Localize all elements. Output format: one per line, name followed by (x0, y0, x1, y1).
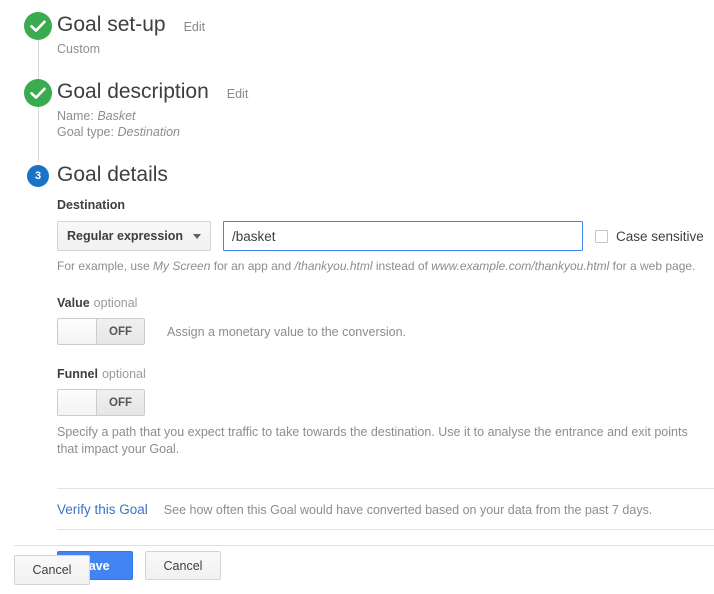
goal-type-value: Destination (117, 125, 180, 139)
funnel-toggle-row: OFF (57, 389, 714, 416)
funnel-section: Funnel optional OFF Specify a path that y… (57, 367, 714, 458)
case-sensitive-label: Case sensitive (616, 229, 704, 244)
case-sensitive-checkbox[interactable] (595, 230, 608, 243)
step-goal-details-title: Goal details (57, 162, 168, 188)
goal-type-summary: Goal type: Destination (57, 124, 714, 140)
destination-row: Regular expression Case sensitive (57, 221, 714, 251)
funnel-toggle-knob (58, 390, 97, 415)
value-toggle[interactable]: OFF (57, 318, 145, 345)
step-goal-setup-header: Goal set-up Edit (57, 12, 714, 38)
case-sensitive-option[interactable]: Case sensitive (595, 229, 704, 244)
verify-bottom-divider (57, 529, 714, 530)
help-em-1: My Screen (153, 259, 210, 273)
value-label: Value (57, 296, 90, 310)
step-complete-check-icon (24, 79, 52, 107)
value-section-header: Value optional (57, 296, 714, 310)
step-goal-details: 3 Goal details (0, 162, 714, 188)
footer-cancel-button[interactable]: Cancel (14, 555, 90, 585)
step-number-badge: 3 (27, 165, 49, 187)
verify-this-goal-link[interactable]: Verify this Goal (57, 502, 148, 517)
step-goal-setup-summary: Custom (57, 41, 714, 57)
funnel-toggle-state: OFF (97, 390, 144, 415)
goal-name-summary: Name: Basket (57, 108, 714, 124)
step-goal-setup: Goal set-up Edit Custom (0, 12, 714, 57)
goal-details-body: Destination Regular expression Case sens… (0, 188, 714, 580)
step-goal-description-header: Goal description Edit (57, 79, 714, 105)
help-part-4: for a web page. (609, 259, 695, 273)
form-actions: Save Cancel (57, 551, 714, 580)
step-goal-description-title: Goal description (57, 79, 209, 105)
funnel-toggle[interactable]: OFF (57, 389, 145, 416)
goal-wizard: Goal set-up Edit Custom Goal description… (0, 0, 714, 580)
chevron-down-icon (193, 234, 201, 239)
value-description: Assign a monetary value to the conversio… (167, 324, 406, 340)
footer-actions: Cancel (14, 555, 90, 585)
value-toggle-state: OFF (97, 319, 144, 344)
edit-goal-description-link[interactable]: Edit (227, 87, 249, 101)
funnel-section-header: Funnel optional (57, 367, 714, 381)
step-goal-details-header: Goal details (57, 162, 714, 188)
edit-goal-setup-link[interactable]: Edit (184, 20, 206, 34)
help-part-1: For example, use (57, 259, 153, 273)
help-em-3: www.example.com/thankyou.html (431, 259, 609, 273)
goal-name-label: Name: (57, 109, 94, 123)
verify-goal-row: Verify this Goal See how often this Goal… (57, 489, 714, 529)
funnel-optional-tag: optional (102, 367, 146, 381)
help-part-2: for an app and (210, 259, 294, 273)
destination-input[interactable] (223, 221, 583, 251)
value-optional-tag: optional (94, 296, 138, 310)
goal-type-label: Goal type: (57, 125, 114, 139)
funnel-label: Funnel (57, 367, 98, 381)
value-toggle-row: OFF Assign a monetary value to the conve… (57, 318, 714, 345)
match-type-select[interactable]: Regular expression (57, 221, 211, 251)
footer-divider (14, 545, 714, 546)
funnel-description: Specify a path that you expect traffic t… (57, 424, 697, 458)
value-toggle-knob (58, 319, 97, 344)
help-part-3: instead of (373, 259, 432, 273)
step-complete-check-icon (24, 12, 52, 40)
step-goal-description: Goal description Edit Name: Basket Goal … (0, 79, 714, 140)
match-type-select-value: Regular expression (67, 229, 183, 243)
step-goal-setup-title: Goal set-up (57, 12, 166, 38)
destination-label: Destination (57, 198, 714, 212)
value-section: Value optional OFF Assign a monetary valu… (57, 296, 714, 345)
step-goal-description-summary: Name: Basket Goal type: Destination (57, 108, 714, 140)
goal-name-value: Basket (97, 109, 135, 123)
verify-description: See how often this Goal would have conve… (164, 503, 653, 517)
help-em-2: /thankyou.html (294, 259, 372, 273)
cancel-button[interactable]: Cancel (145, 551, 221, 580)
destination-help-text: For example, use My Screen for an app an… (57, 259, 714, 274)
